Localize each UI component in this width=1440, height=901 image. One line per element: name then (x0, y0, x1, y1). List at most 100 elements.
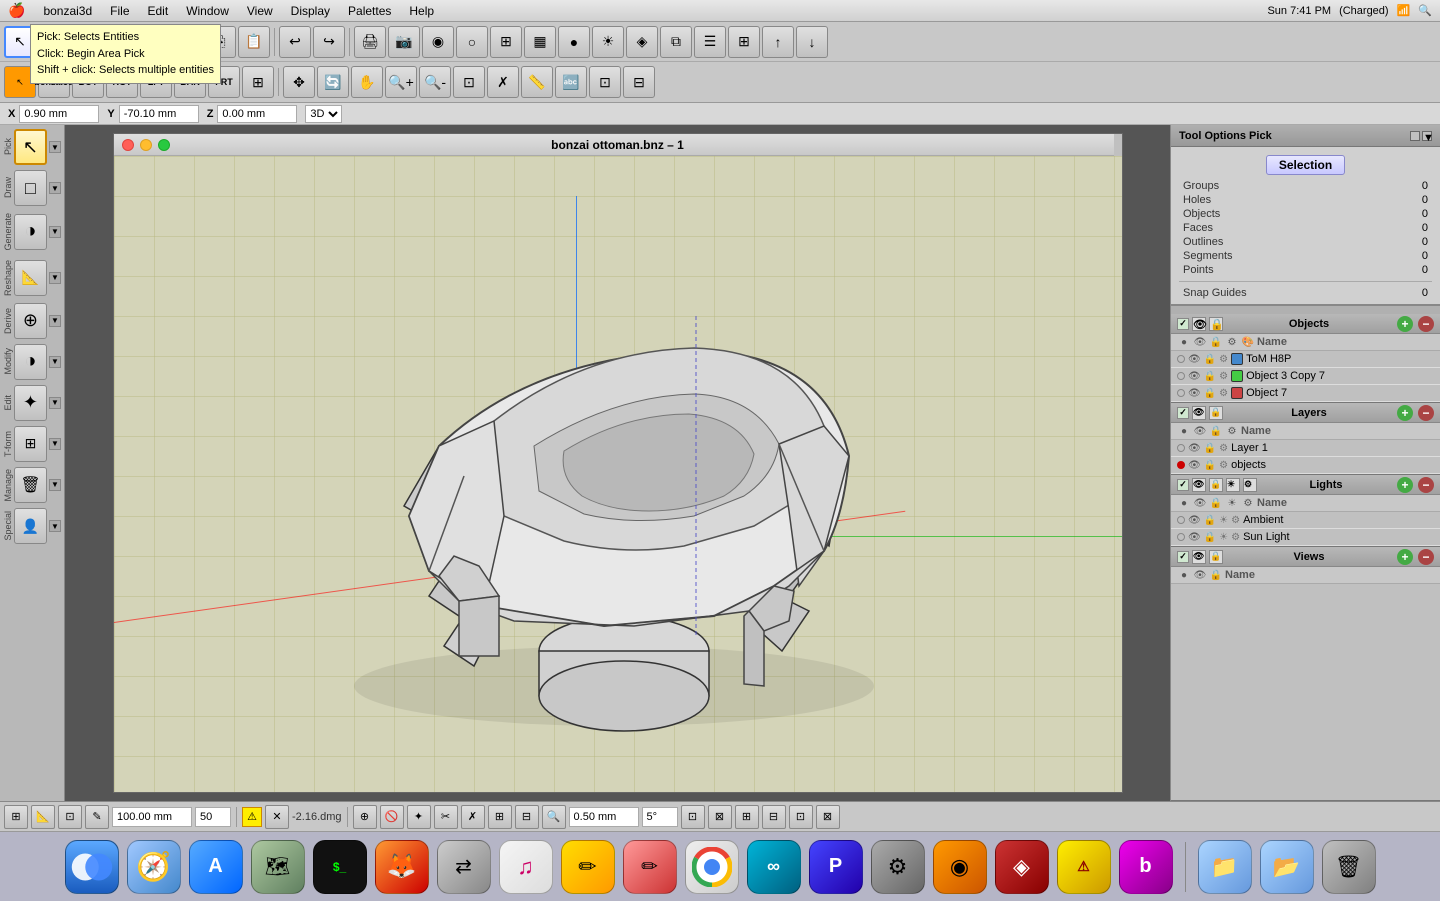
layer0-gear[interactable]: ⚙ (1219, 443, 1228, 454)
bottom-tool9-btn[interactable]: ⊟ (515, 805, 539, 829)
obj0-eye[interactable]: 👁 (1188, 354, 1201, 365)
import-btn[interactable]: ↓ (796, 26, 828, 58)
bottom-tool8-btn[interactable]: ⊞ (488, 805, 512, 829)
manage-expand-btn[interactable]: ▼ (49, 479, 61, 491)
edit-tool-btn[interactable]: ✦ (14, 385, 47, 421)
dock-migrate[interactable]: ⇄ (437, 840, 491, 894)
obj0-lock[interactable]: 🔒 (1204, 354, 1216, 365)
light0-sun[interactable]: ☀ (1219, 515, 1228, 526)
obj0-color[interactable] (1231, 353, 1243, 365)
view-mode-select[interactable]: 3D 2D (305, 105, 342, 123)
render-btn[interactable]: ◉ (422, 26, 454, 58)
bottom-tool5-btn[interactable]: ✦ (407, 805, 431, 829)
views-visible-check[interactable]: ✓ (1177, 551, 1189, 563)
measure-btn[interactable]: 📏 (521, 66, 553, 98)
z-input[interactable] (217, 105, 297, 123)
menu-edit[interactable]: Edit (140, 2, 177, 20)
reshape-tool-btn[interactable]: 📐 (14, 260, 47, 296)
derive-tool-btn[interactable]: ⊕ (14, 303, 47, 339)
views-delete-btn[interactable]: − (1418, 549, 1434, 565)
lights-add-btn[interactable]: + (1397, 477, 1413, 493)
y-input[interactable] (119, 105, 199, 123)
pick-tool-left-btn[interactable]: ↖ (14, 129, 47, 165)
menu-window[interactable]: Window (178, 2, 237, 20)
reshape-expand-btn[interactable]: ▼ (49, 272, 61, 284)
warning-dismiss-btn[interactable]: ✕ (265, 805, 289, 829)
light1-lock[interactable]: 🔒 (1204, 532, 1216, 543)
dock-firefox[interactable]: 🦊 (375, 840, 429, 894)
bottom-tool11-btn[interactable]: ⊡ (681, 805, 705, 829)
bottom-tool13-btn[interactable]: ⊞ (735, 805, 759, 829)
objects-btn[interactable]: ☰ (694, 26, 726, 58)
selection-tab-btn[interactable]: Selection (1266, 155, 1345, 175)
layer1-eye[interactable]: 👁 (1188, 460, 1201, 471)
lights-star-icon[interactable]: ☀ (1226, 478, 1240, 492)
lights-visible-check[interactable]: ✓ (1177, 479, 1189, 491)
align-btn[interactable]: ⊡ (589, 66, 621, 98)
objects-item-0[interactable]: 👁 🔒 ⚙ ToM H8P (1171, 351, 1440, 368)
zoom-out-btn[interactable]: 🔍- (419, 66, 451, 98)
obj1-gear[interactable]: ⚙ (1219, 371, 1228, 382)
menu-file[interactable]: File (102, 2, 137, 20)
camera-btn[interactable]: 📷 (388, 26, 420, 58)
section-btn[interactable]: ✗ (487, 66, 519, 98)
viewport-canvas[interactable] (114, 156, 1123, 793)
spacing-input[interactable] (569, 807, 639, 827)
light-btn[interactable]: ☀ (592, 26, 624, 58)
bottom-tool15-btn[interactable]: ⊡ (789, 805, 813, 829)
light1-eye[interactable]: 👁 (1188, 532, 1201, 543)
dock-arduino[interactable]: ∞ (747, 840, 801, 894)
layers-item-1[interactable]: 👁 🔒 ⚙ objects (1171, 457, 1440, 474)
redo-btn[interactable]: ↪ (313, 26, 345, 58)
window-maximize-btn[interactable] (158, 139, 170, 151)
dock-maps[interactable]: 🗺 (251, 840, 305, 894)
draw-expand-btn[interactable]: ▼ (49, 182, 61, 194)
tform-expand-btn[interactable]: ▼ (49, 438, 61, 450)
lights-lock-icon[interactable]: 🔒 (1209, 478, 1223, 492)
dock-appstore[interactable]: A (189, 840, 243, 894)
views-add-btn[interactable]: + (1397, 549, 1413, 565)
dock-folder-apps[interactable]: 📁 (1198, 840, 1252, 894)
light1-sun[interactable]: ☀ (1219, 532, 1228, 543)
objects-add-btn[interactable]: + (1397, 316, 1413, 332)
layers-visible-check[interactable]: ✓ (1177, 407, 1189, 419)
layer0-eye[interactable]: 👁 (1188, 443, 1201, 454)
bottom-tool10-btn[interactable]: 🔍 (542, 805, 566, 829)
dock-settings-app[interactable]: ⚙ (871, 840, 925, 894)
flat-btn[interactable]: ▦ (524, 26, 556, 58)
views-panel-header[interactable]: ✓ 👁 🔒 Views + − (1171, 547, 1440, 567)
dock-replicator-app[interactable]: ⚠ (1057, 840, 1111, 894)
paste-btn[interactable]: 📋 (238, 26, 270, 58)
draw-tool-btn[interactable]: □ (14, 170, 47, 206)
size-input[interactable] (112, 807, 192, 827)
generate-expand-btn[interactable]: ▼ (49, 226, 61, 238)
menu-palettes[interactable]: Palettes (340, 2, 399, 20)
window-close-btn[interactable] (122, 139, 134, 151)
angle-input[interactable] (642, 807, 678, 827)
lights-item-1[interactable]: 👁 🔒 ☀ ⚙ Sun Light (1171, 529, 1440, 546)
layers-add-btn[interactable]: + (1397, 405, 1413, 421)
apple-menu-icon[interactable]: 🍎 (8, 2, 25, 19)
menu-display[interactable]: Display (283, 2, 338, 20)
count-input[interactable] (195, 807, 231, 827)
modify-tool-btn[interactable]: ◑ (14, 344, 47, 380)
obj2-eye[interactable]: 👁 (1188, 388, 1201, 399)
pick-expand-btn[interactable]: ▼ (49, 141, 61, 153)
dock-finder[interactable] (65, 840, 119, 894)
bottom-tool1-btn[interactable]: ⊞ (4, 805, 28, 829)
bottom-tool3-btn[interactable]: ⊕ (353, 805, 377, 829)
obj2-lock[interactable]: 🔒 (1204, 388, 1216, 399)
search-icon[interactable]: 🔍 (1418, 4, 1432, 17)
obj2-color[interactable] (1231, 387, 1243, 399)
layer1-lock[interactable]: 🔒 (1204, 460, 1216, 471)
undo-btn[interactable]: ↩ (279, 26, 311, 58)
menu-view[interactable]: View (239, 2, 281, 20)
dock-processing[interactable]: P (809, 840, 863, 894)
wire-btn[interactable]: ⊞ (490, 26, 522, 58)
obj1-color[interactable] (1231, 370, 1243, 382)
bottom-snap-btn[interactable]: ✎ (85, 805, 109, 829)
special-tool-btn[interactable]: 👤 (14, 508, 47, 544)
dock-itunes[interactable]: ♫ (499, 840, 553, 894)
bottom-tool16-btn[interactable]: ⊠ (816, 805, 840, 829)
light0-gear[interactable]: ⚙ (1231, 515, 1240, 526)
